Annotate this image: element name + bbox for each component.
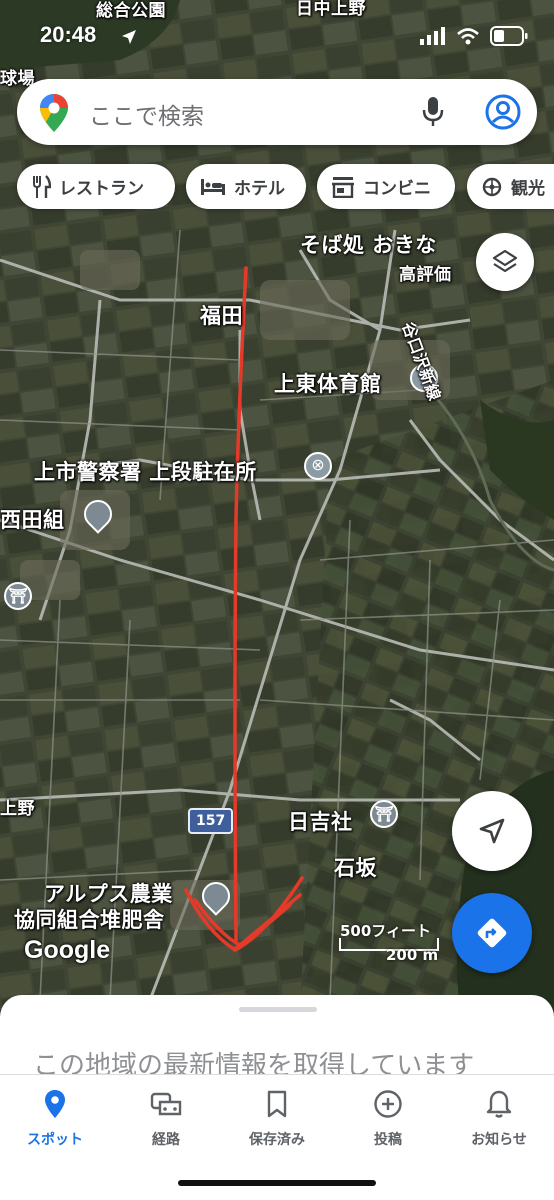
status-time: 20:48	[40, 22, 97, 47]
map-label-rating: 高評価	[399, 265, 452, 285]
shrine-icon[interactable]: ⛩	[4, 582, 32, 610]
map-label-gym[interactable]: 上東体育館	[274, 368, 382, 398]
sheet-drag-handle[interactable]	[239, 1007, 317, 1012]
chip-label: ホテル	[234, 179, 285, 199]
directions-icon	[477, 918, 507, 948]
account-icon[interactable]	[485, 94, 521, 130]
chip-convenience-store[interactable]: コンビニ	[317, 164, 455, 209]
navigation-arrow-icon	[479, 818, 505, 844]
store-icon	[332, 176, 354, 198]
layers-icon	[492, 249, 518, 273]
status-bar: 20:48	[0, 0, 554, 72]
shrine-icon[interactable]: ⛩	[370, 800, 398, 828]
nav-label: 経路	[152, 1132, 180, 1148]
attraction-icon	[482, 177, 502, 196]
nav-label: お知らせ	[471, 1132, 527, 1148]
route-157-shield: 157	[188, 808, 234, 834]
map-label-nishida[interactable]: 西田組	[0, 504, 65, 534]
nav-updates[interactable]: お知らせ	[444, 1089, 554, 1149]
battery-icon	[490, 26, 528, 46]
hotel-icon	[201, 178, 225, 195]
search-bar[interactable]: ここで検索	[17, 79, 537, 145]
nav-saved[interactable]: 保存済み	[222, 1089, 332, 1149]
layers-button[interactable]	[476, 233, 534, 291]
map-label-hiyoshisha[interactable]: 日吉社	[288, 806, 353, 836]
map-label-alps-2[interactable]: 協同組合堆肥舎	[14, 904, 165, 934]
map-label-ishizaka: 石坂	[334, 856, 377, 880]
nav-explore[interactable]: スポット	[0, 1089, 110, 1149]
map-label-police[interactable]: 上市警察署 上段駐在所	[34, 456, 257, 486]
chip-label: コンビニ	[363, 179, 431, 199]
bottom-sheet[interactable]: この地域の最新情報を取得しています	[0, 995, 554, 1085]
directions-button[interactable]	[452, 893, 532, 973]
location-arrow-icon	[122, 30, 136, 44]
bookmark-icon	[267, 1090, 287, 1118]
location-pin-icon	[45, 1090, 65, 1118]
chip-label: レストラン	[59, 179, 144, 199]
map-label-fukuda: 福田	[200, 304, 243, 328]
home-indicator[interactable]	[178, 1180, 376, 1186]
status-icons	[420, 26, 528, 46]
map-label-kamino: 上野	[0, 799, 35, 819]
add-circle-icon	[374, 1090, 402, 1118]
nav-label: スポット	[27, 1132, 83, 1148]
scale-metric: 200 m	[386, 946, 439, 964]
google-maps-pin-icon	[40, 94, 68, 132]
wifi-icon	[457, 28, 479, 45]
police-icon[interactable]: ⊗	[304, 452, 332, 480]
google-logo: Google	[24, 936, 111, 964]
microphone-icon[interactable]	[421, 96, 445, 128]
nav-go[interactable]: 経路	[111, 1089, 221, 1149]
chip-attractions[interactable]: 観光	[467, 164, 554, 209]
map-label-soba[interactable]: そば処 おきな	[300, 229, 437, 259]
chip-hotel[interactable]: ホテル	[186, 164, 306, 209]
search-input[interactable]: ここで検索	[89, 97, 204, 131]
bell-icon	[486, 1090, 512, 1118]
car-icon	[150, 1092, 182, 1116]
chip-restaurant[interactable]: レストラン	[17, 164, 175, 209]
nav-contribute[interactable]: 投稿	[333, 1089, 443, 1149]
chip-label: 観光	[511, 179, 545, 199]
map-scale: 500フィート 200 m	[338, 920, 440, 968]
restaurant-icon	[33, 174, 51, 198]
nav-label: 投稿	[374, 1132, 402, 1148]
cellular-signal-icon	[420, 27, 445, 45]
my-location-button[interactable]	[452, 791, 532, 871]
nav-label: 保存済み	[249, 1132, 305, 1148]
